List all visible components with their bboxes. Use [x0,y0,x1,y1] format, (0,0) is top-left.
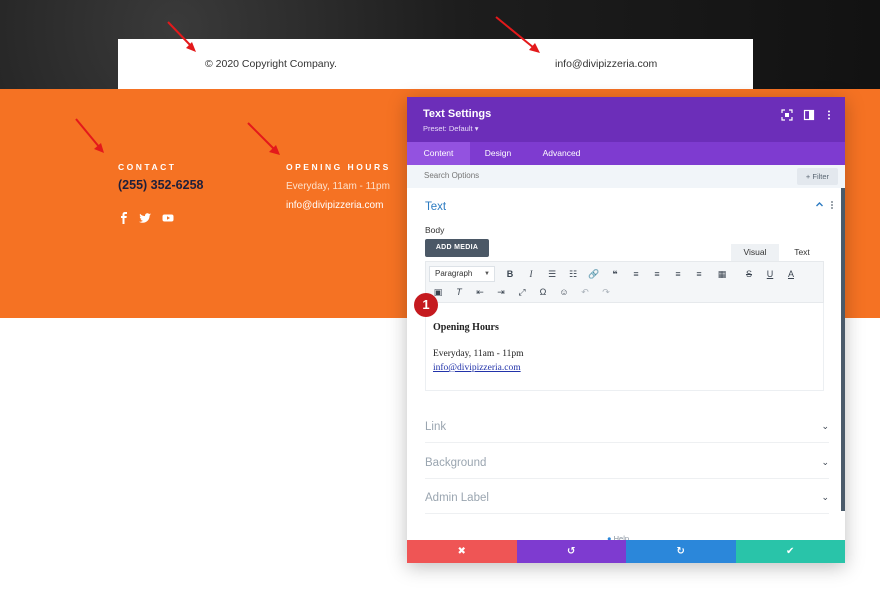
table-icon[interactable]: ▦ [715,267,729,281]
copyright-bar: © 2020 Copyright Company. info@divipizze… [118,39,753,89]
undo-button[interactable]: ↺ [516,540,626,563]
text-color-icon[interactable]: A [784,267,798,281]
opening-hours-email[interactable]: info@divipizzeria.com [286,200,383,211]
editor-heading: Opening Hours [433,322,499,333]
filter-button[interactable]: + Filter [797,168,838,185]
editor-hours-line: Everyday, 11am - 11pm [433,349,524,359]
copyright-email[interactable]: info@divipizzeria.com [555,58,657,70]
arrow-annotation-icon [247,122,280,155]
chevron-down-icon: ⌄ [821,421,829,431]
blockquote-icon[interactable]: ❝ [608,267,622,281]
redo-icon[interactable]: ↷ [599,285,613,299]
tab-content[interactable]: Content [407,142,470,165]
align-right-icon[interactable]: ≡ [671,267,685,281]
opening-hours-heading: OPENING HOURS [286,162,391,172]
fullscreen-icon[interactable] [781,109,793,121]
search-options-row: + Filter [407,165,845,188]
chevron-down-icon: ⌄ [821,457,829,467]
body-label: Body [425,225,445,235]
caret-down-icon: ▼ [484,271,490,277]
close-icon: ✖ [457,546,466,557]
youtube-icon[interactable] [162,212,174,224]
modal-title: Text Settings [423,108,492,120]
scrollbar-thumb[interactable] [841,188,845,511]
section-options-icon[interactable] [829,200,835,210]
admin-label-section[interactable]: Admin Label ⌄ [425,484,829,514]
align-left-icon[interactable]: ≡ [629,267,643,281]
modal-footer: ✖ ↺ ↻ ✔ [407,540,845,563]
tab-advanced[interactable]: Advanced [526,142,597,165]
bullet-list-icon[interactable]: ☰ [545,267,559,281]
clear-formatting-icon[interactable]: T [452,285,466,299]
expand-icon[interactable]: ⤢ [515,285,529,299]
indent-icon[interactable]: ⇥ [494,285,508,299]
editor-toolbar: Paragraph ▼ B I ☰ ☷ 🔗 ❝ ≡ ≡ ≡ ≡ ▦ S U A … [425,261,824,303]
page: © 2020 Copyright Company. info@divipizze… [0,0,880,596]
redo-button[interactable]: ↻ [626,540,736,563]
contact-phone: (255) 352-6258 [118,178,204,192]
add-media-button[interactable]: ADD MEDIA [425,239,489,257]
chevron-down-icon: ⌄ [821,492,829,502]
text-mode-tab[interactable]: Text [779,244,825,261]
check-icon: ✔ [786,546,795,557]
text-settings-modal: Text Settings Preset: Default ▾ Content … [407,97,845,563]
link-section[interactable]: Link ⌄ [425,413,829,443]
cancel-button[interactable]: ✖ [407,540,517,563]
split-view-icon[interactable] [803,109,815,121]
editor-email-link[interactable]: info@divipizzeria.com [433,363,521,373]
special-character-icon[interactable]: Ω [536,285,550,299]
underline-icon[interactable]: U [763,267,777,281]
bold-icon[interactable]: B [503,267,517,281]
undo-icon[interactable]: ↶ [578,285,592,299]
text-section-title[interactable]: Text [425,201,446,213]
chevron-up-icon[interactable] [815,200,824,209]
link-icon[interactable]: 🔗 [587,267,601,281]
italic-icon[interactable]: I [524,267,538,281]
modal-tabs: Content Design Advanced [407,142,845,165]
strikethrough-icon[interactable]: S [742,267,756,281]
background-section-label: Background [425,457,487,469]
rich-text-editor[interactable]: Opening Hours Everyday, 11am - 11pm info… [425,303,824,391]
step-number-badge: 1 [414,293,438,317]
align-justify-icon[interactable]: ≡ [692,267,706,281]
align-center-icon[interactable]: ≡ [650,267,664,281]
undo-icon: ↺ [567,546,576,557]
background-section[interactable]: Background ⌄ [425,449,829,479]
admin-label-section-label: Admin Label [425,492,489,504]
outdent-icon[interactable]: ⇤ [473,285,487,299]
save-button[interactable]: ✔ [735,540,845,563]
facebook-icon[interactable] [118,212,130,224]
arrow-annotation-icon [167,21,196,52]
opening-hours-text: Everyday, 11am - 11pm [286,181,390,192]
search-options-input[interactable] [424,171,724,180]
copyright-text: © 2020 Copyright Company. [205,58,337,70]
visual-mode-tab[interactable]: Visual [731,244,779,261]
numbered-list-icon[interactable]: ☷ [566,267,580,281]
preset-dropdown[interactable]: Preset: Default ▾ [423,124,478,133]
top-band: © 2020 Copyright Company. info@divipizze… [0,0,880,89]
emoji-icon[interactable]: ☺ [557,285,571,299]
more-options-icon[interactable] [823,109,835,121]
contact-heading: CONTACT [118,162,177,172]
modal-header: Text Settings Preset: Default ▾ [407,97,845,142]
link-section-label: Link [425,421,447,433]
twitter-icon[interactable] [139,212,151,224]
paragraph-format-value: Paragraph [435,269,473,278]
paragraph-format-select[interactable]: Paragraph ▼ [429,266,495,282]
arrow-annotation-icon [495,16,540,53]
arrow-annotation-icon [75,118,104,153]
redo-icon: ↻ [676,546,685,557]
tab-design[interactable]: Design [470,142,526,165]
